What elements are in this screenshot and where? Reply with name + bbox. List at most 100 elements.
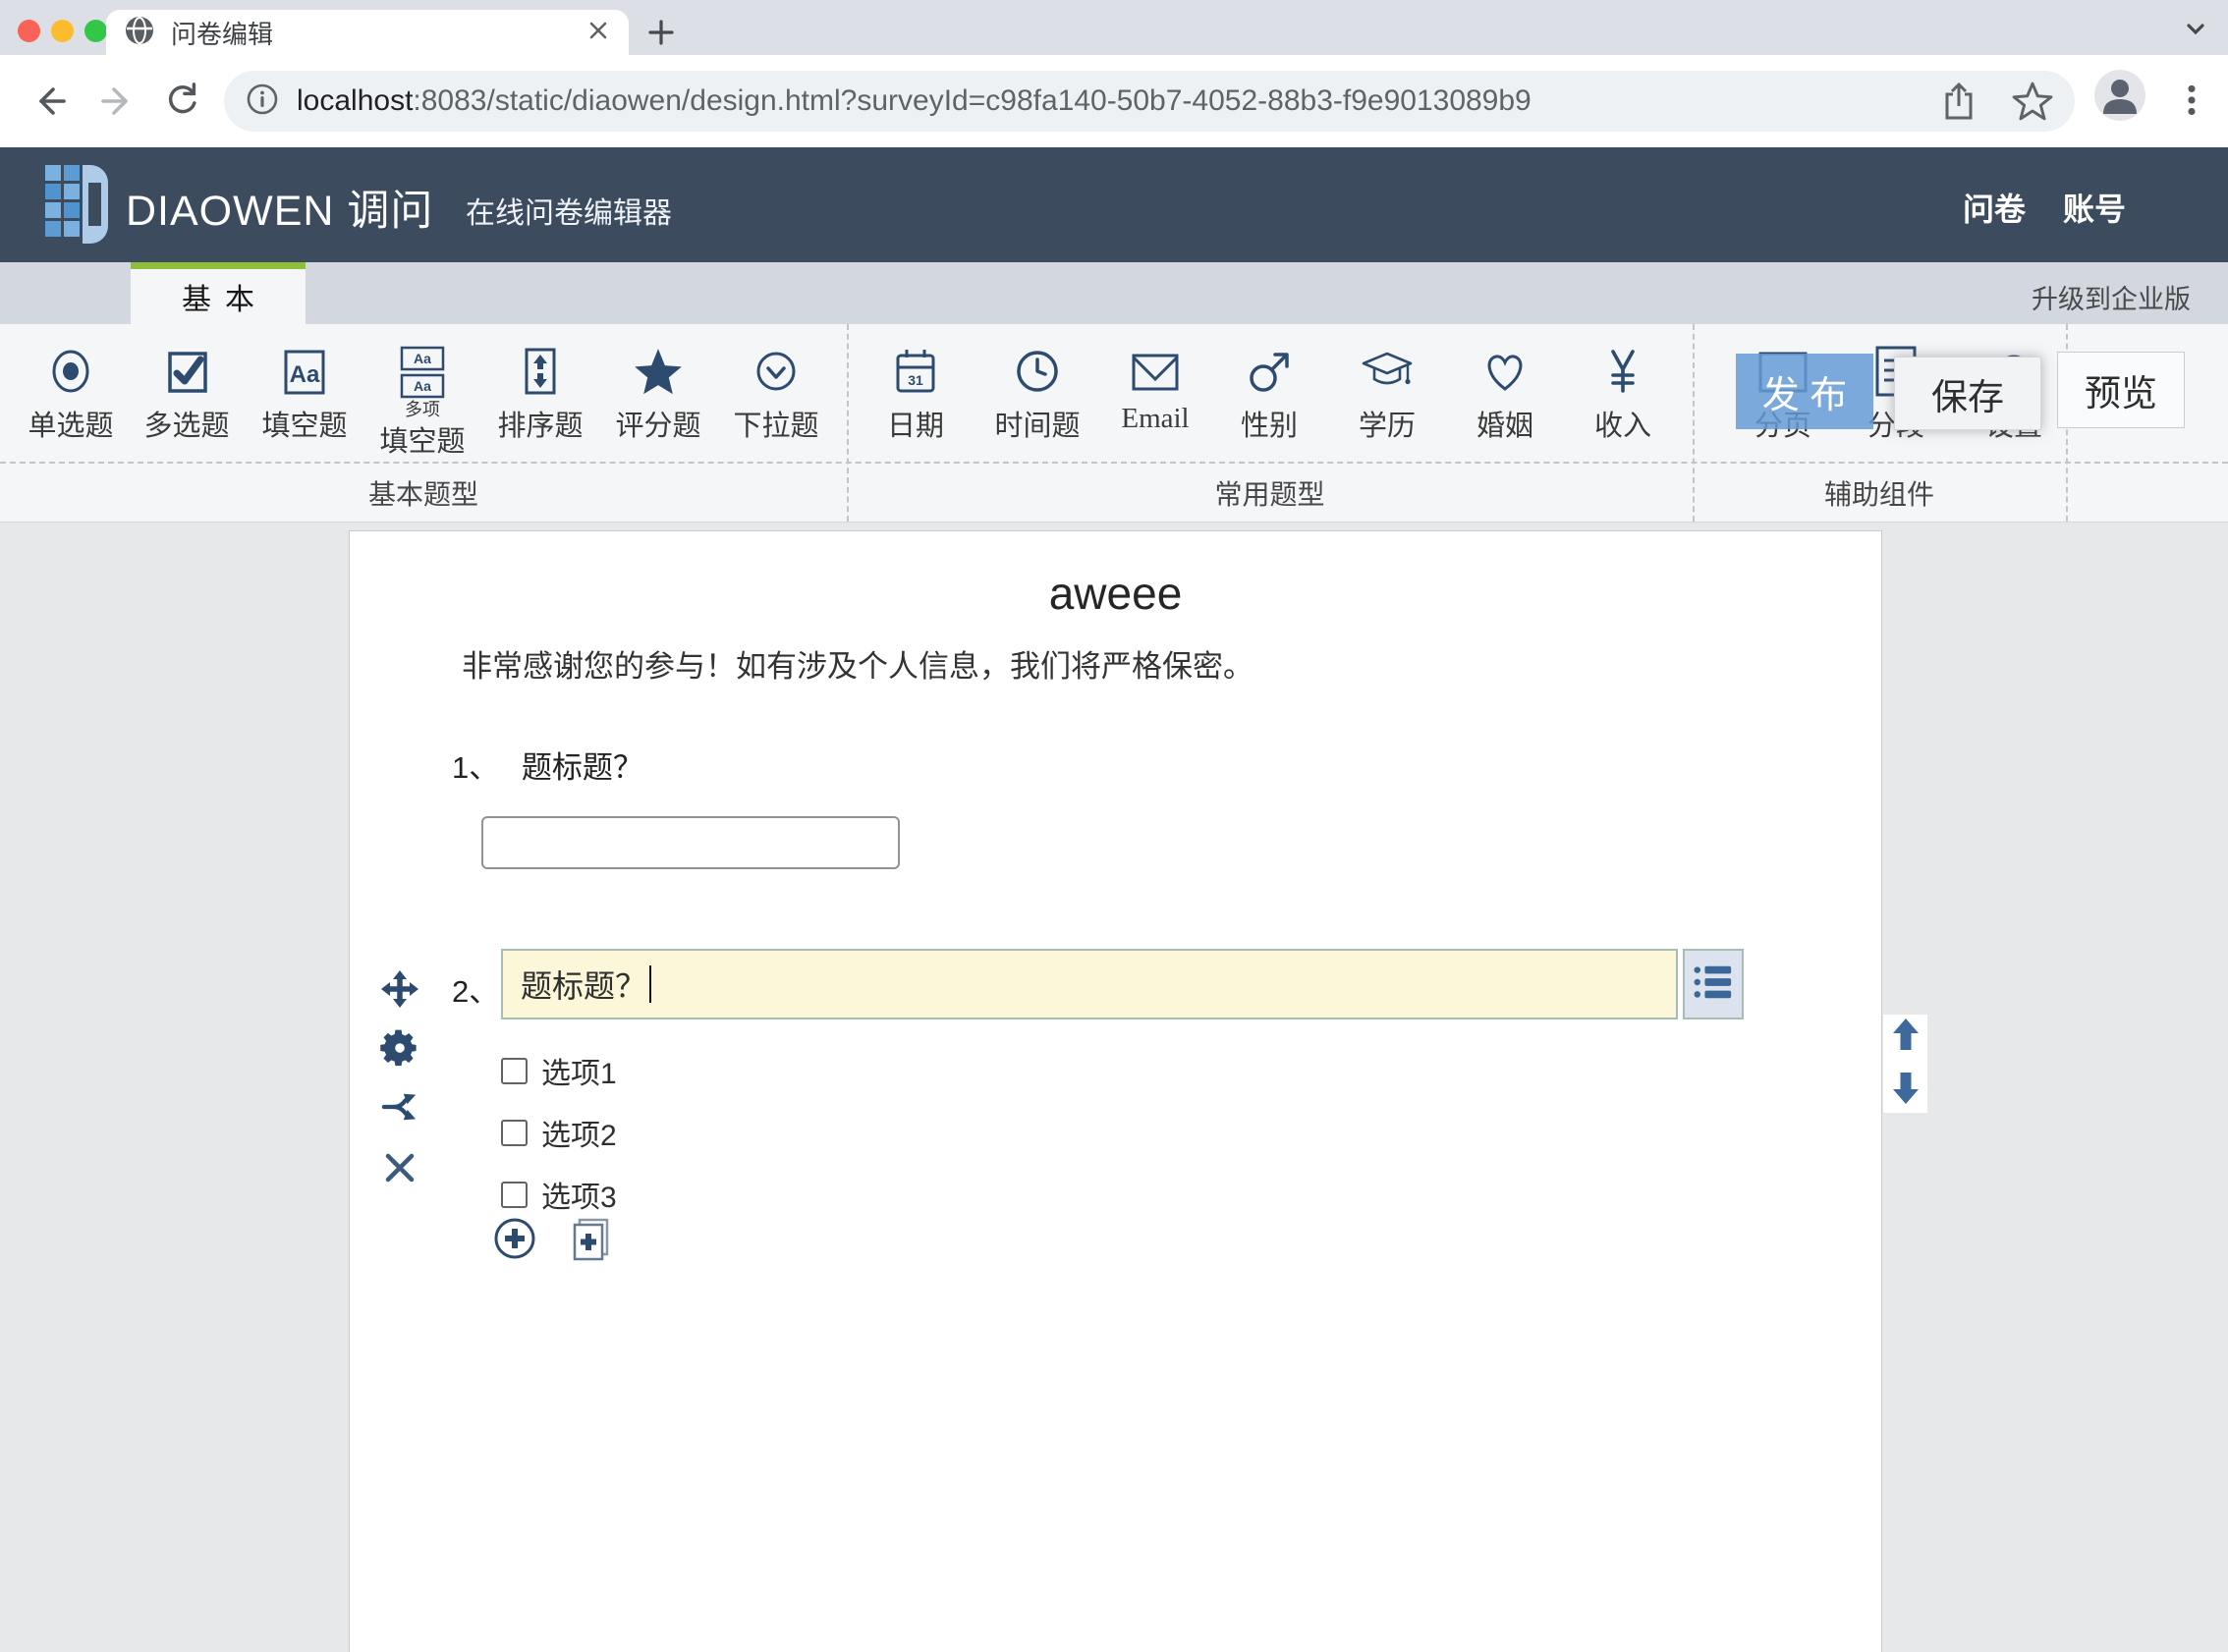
delete-question-icon[interactable]	[379, 1147, 420, 1188]
option-label[interactable]: 选项3	[541, 1173, 617, 1216]
browser-tabstrip: 问卷编辑	[0, 0, 2228, 55]
svg-text:Aa: Aa	[414, 378, 431, 394]
radio-icon	[44, 334, 97, 399]
option-row: 选项3	[501, 1178, 617, 1211]
url-host: localhost	[297, 84, 413, 117]
browser-menu-icon[interactable]	[2171, 80, 2212, 128]
move-question-up-icon[interactable]	[1891, 1017, 1921, 1057]
survey-description[interactable]: 非常感谢您的参与！如有涉及个人信息，我们将严格保密。	[462, 641, 1253, 686]
app-header: DIAOWEN 调问 在线问卷编辑器 问卷 账号	[0, 147, 2228, 262]
option-checkbox[interactable]	[501, 1120, 528, 1146]
profile-avatar[interactable]	[2094, 70, 2145, 126]
option-checkbox[interactable]	[501, 1058, 528, 1084]
male-icon	[1243, 334, 1296, 399]
globe-favicon-icon	[124, 15, 155, 51]
tool-checkbox-question[interactable]: 多选题	[128, 334, 246, 444]
question-settings-gear-icon[interactable]	[379, 1027, 420, 1069]
tool-marriage-question[interactable]: 婚姻	[1446, 334, 1564, 444]
question-2-number: 2、	[452, 974, 499, 1009]
site-info-icon[interactable]	[246, 83, 279, 121]
tool-date-question[interactable]: 31 日期	[857, 334, 975, 444]
url-path: :8083/static/diaowen/design.html?surveyI…	[413, 84, 1531, 117]
tool-sort-question[interactable]: 排序题	[481, 334, 599, 444]
window-close-button[interactable]	[18, 20, 40, 42]
move-question-down-icon[interactable]	[1891, 1071, 1921, 1111]
window-minimize-button[interactable]	[51, 20, 74, 42]
window-zoom-button[interactable]	[84, 20, 107, 42]
envelope-icon	[1129, 334, 1182, 399]
group-label-helper: 辅助组件	[1693, 473, 2066, 513]
save-button[interactable]: 保存	[1894, 357, 2041, 430]
heart-icon	[1478, 334, 1532, 399]
back-button[interactable]	[28, 79, 73, 124]
question-1-answer-input[interactable]	[481, 816, 900, 869]
multi-tag: 多项	[405, 401, 440, 418]
move-question-handle[interactable]	[379, 968, 420, 1010]
text-input-icon: Aa	[278, 334, 331, 399]
tool-dropdown-question[interactable]: 下拉题	[717, 334, 835, 444]
publish-button[interactable]: 发 布	[1736, 354, 1873, 429]
question-1-title[interactable]: 题标题？	[522, 750, 643, 785]
option-checkbox[interactable]	[501, 1182, 528, 1208]
group-label-common: 常用题型	[847, 473, 1693, 513]
upgrade-link[interactable]: 升级到企业版	[2032, 278, 2191, 316]
nav-account-link[interactable]: 账号	[2063, 185, 2126, 230]
nav-survey-link[interactable]: 问卷	[1963, 185, 2026, 230]
tool-gender-question[interactable]: 性别	[1210, 334, 1328, 444]
tool-rating-question[interactable]: 评分题	[599, 334, 717, 444]
question-2-title-editor[interactable]: 题标题？	[501, 949, 1678, 1019]
tab-close-icon[interactable]	[585, 18, 611, 48]
clock-icon	[1011, 334, 1064, 399]
add-option-button[interactable]	[493, 1217, 536, 1260]
tool-multi-text-question[interactable]: AaAa 多项 填空题	[363, 334, 481, 460]
url-text: localhost:8083/static/diaowen/design.htm…	[297, 84, 1906, 118]
question-logic-icon[interactable]	[379, 1086, 420, 1128]
survey-title[interactable]: aweee	[350, 567, 1881, 620]
share-icon[interactable]	[1939, 81, 1978, 122]
yen-icon	[1596, 334, 1649, 399]
option-list-button[interactable]	[1683, 949, 1744, 1019]
multi-text-input-icon: AaAa	[396, 334, 449, 399]
brand-name: DIAOWEN 调问	[126, 177, 433, 238]
browser-tab[interactable]: 问卷编辑	[106, 10, 629, 55]
new-tab-button[interactable]	[641, 12, 682, 53]
question-1[interactable]: 1、 题标题？	[452, 743, 643, 787]
tab-title: 问卷编辑	[171, 15, 585, 51]
diaowen-logo	[45, 163, 108, 252]
question-1-number: 1、	[452, 750, 499, 785]
tool-education-question[interactable]: 学历	[1328, 334, 1446, 444]
option-row: 选项1	[501, 1054, 617, 1087]
star-icon	[631, 334, 686, 399]
editor-content: aweee 非常感谢您的参与！如有涉及个人信息，我们将严格保密。 1、 题标题？	[0, 523, 2228, 1652]
checkbox-icon	[160, 334, 213, 399]
bookmark-star-icon[interactable]	[2012, 81, 2053, 122]
batch-add-options-button[interactable]	[568, 1217, 613, 1262]
tool-time-question[interactable]: 时间题	[978, 334, 1096, 444]
tool-text-question[interactable]: Aa 填空题	[246, 334, 363, 444]
survey-canvas: aweee 非常感谢您的参与！如有涉及个人信息，我们将严格保密。 1、 题标题？	[349, 530, 1882, 1652]
svg-text:31: 31	[908, 372, 923, 388]
graduation-cap-icon	[1360, 334, 1415, 399]
question-toolbar: 单选题 多选题 Aa 填空题 AaAa 多项 填空题 排序题	[0, 324, 2228, 523]
browser-toolbar: localhost:8083/static/diaowen/design.htm…	[0, 55, 2228, 147]
svg-text:Aa: Aa	[290, 361, 320, 388]
reload-button[interactable]	[159, 79, 204, 124]
preview-button[interactable]: 预览	[2057, 352, 2185, 428]
question-2-title-text: 题标题？	[521, 962, 646, 1007]
product-subtitle: 在线问卷编辑器	[466, 189, 672, 232]
option-row: 选项2	[501, 1116, 617, 1149]
list-icon	[1693, 962, 1734, 1008]
option-label[interactable]: 选项1	[541, 1049, 617, 1092]
dropdown-icon	[750, 334, 803, 399]
option-label[interactable]: 选项2	[541, 1111, 617, 1154]
tool-radio-question[interactable]: 单选题	[12, 334, 130, 444]
tab-search-chevron-icon[interactable]	[2179, 12, 2212, 45]
tool-income-question[interactable]: 收入	[1564, 334, 1682, 444]
text-cursor	[649, 965, 651, 1003]
editor-tabbar: 基本 升级到企业版	[0, 262, 2228, 324]
tab-basic[interactable]: 基本	[131, 262, 306, 324]
forward-button[interactable]	[94, 79, 139, 124]
url-bar[interactable]: localhost:8083/static/diaowen/design.htm…	[224, 71, 2075, 132]
tool-email-question[interactable]: Email	[1096, 334, 1214, 435]
calendar-icon: 31	[889, 334, 942, 399]
